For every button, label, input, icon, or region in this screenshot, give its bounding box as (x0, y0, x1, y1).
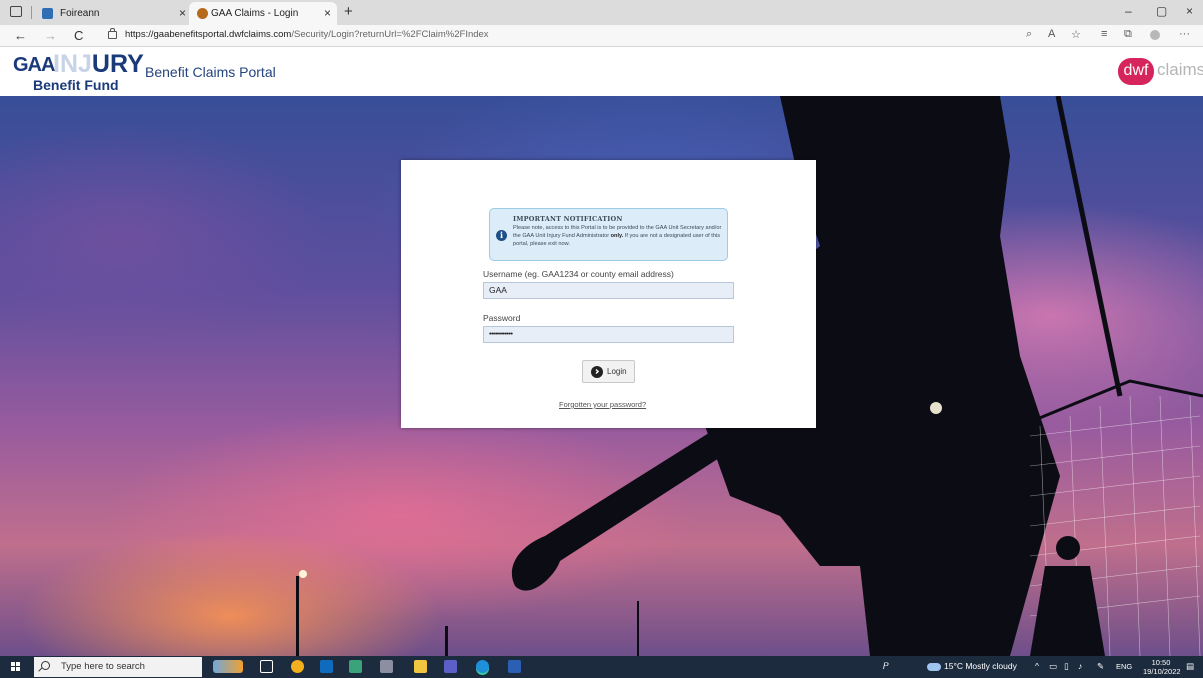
tab-close-icon[interactable]: × (179, 2, 186, 25)
windows-taskbar: Type here to search 𝑃 15°C Mostly cloudy… (0, 656, 1203, 678)
url-text: https://gaabenefitsportal.dwfclaims.com/… (125, 29, 489, 40)
url-field[interactable]: https://gaabenefitsportal.dwfclaims.com/… (96, 27, 1006, 44)
login-arrow-icon (591, 366, 603, 378)
favorites-icon[interactable]: ≡ (1101, 28, 1107, 40)
dwf-logo: dwf (1118, 58, 1154, 85)
search-icon (41, 661, 50, 670)
logo-injury-text: INJURY (53, 50, 144, 78)
pen-icon[interactable]: 𝑃 (883, 661, 889, 672)
tab-label: GAA Claims - Login (211, 8, 299, 19)
login-panel: i IMPORTANT NOTIFICATION Please note, ac… (401, 160, 816, 428)
notice-title: IMPORTANT NOTIFICATION (513, 215, 623, 223)
chrome-icon[interactable] (291, 660, 304, 673)
important-notification: i IMPORTANT NOTIFICATION Please note, ac… (489, 208, 728, 261)
taskbar-search-box[interactable]: Type here to search (34, 657, 202, 677)
url-path: /Security/Login?returnUrl=%2FClaim%2FInd… (291, 29, 489, 40)
zoom-icon[interactable]: ⌕ (1026, 28, 1032, 41)
logo-gaa-text: GAA (13, 54, 55, 76)
lock-icon[interactable] (108, 28, 117, 39)
word-icon[interactable] (508, 660, 521, 673)
foireann-favicon-icon (42, 8, 53, 19)
collections-icon[interactable]: ⧉ (1124, 28, 1132, 41)
forgot-password-link[interactable]: Forgotten your password? (559, 400, 646, 409)
snipping-tool-icon[interactable] (380, 660, 393, 673)
notifications-icon[interactable]: ▤ (1186, 661, 1194, 672)
clock-date: 19/10/2022 (1143, 667, 1181, 676)
file-explorer-icon[interactable] (414, 660, 427, 673)
tab-foireann[interactable]: Foireann × (38, 2, 192, 25)
logo-fund-text: Benefit Fund (33, 77, 119, 93)
profile-icon[interactable] (1150, 30, 1160, 40)
clock-time: 10:50 (1151, 658, 1171, 667)
gaa-favicon-icon (197, 8, 208, 19)
login-button[interactable]: Login (582, 360, 635, 383)
volume-icon[interactable]: ♪ (1078, 661, 1082, 671)
tab-close-icon[interactable]: × (324, 2, 331, 25)
refresh-button[interactable]: C (74, 28, 83, 43)
search-placeholder: Type here to search (61, 661, 145, 672)
password-input[interactable]: •••••••••••• (483, 326, 734, 343)
system-clock[interactable]: 10:50 19/10/2022 (1143, 658, 1181, 676)
password-label: Password (483, 313, 521, 323)
restore-button[interactable]: ▢ (1156, 4, 1167, 18)
weather-widget-icon[interactable] (213, 660, 243, 673)
new-tab-button[interactable]: + (344, 2, 353, 22)
teams-icon[interactable] (444, 660, 457, 673)
app-icon[interactable] (349, 660, 362, 673)
info-icon: i (496, 230, 507, 241)
tab-gaa-claims-login[interactable]: GAA Claims - Login × (189, 2, 337, 25)
windows-start-icon[interactable] (11, 662, 21, 672)
dwf-claims-text: claims (1157, 60, 1203, 79)
minimize-button[interactable]: – (1125, 4, 1132, 18)
username-input[interactable]: GAA (483, 282, 734, 299)
notice-body: Please note, access to this Portal is to… (513, 225, 722, 247)
username-label: Username (eg. GAA1234 or county email ad… (483, 269, 674, 279)
network-icon[interactable]: ▭ (1049, 661, 1057, 672)
tab-actions-icon[interactable] (10, 6, 22, 17)
chevron-up-icon[interactable]: ^ (1035, 661, 1039, 671)
battery-icon[interactable]: ▯ (1064, 661, 1069, 672)
address-bar-row: ← → C https://gaabenefitsportal.dwfclaim… (0, 25, 1203, 47)
language-indicator[interactable]: ENG (1116, 662, 1132, 671)
forward-button[interactable]: → (44, 28, 57, 43)
browser-tab-strip: Foireann × GAA Claims - Login × + – ▢ × (0, 0, 1203, 25)
favorite-add-icon[interactable]: ☆ (1071, 28, 1081, 41)
close-window-button[interactable]: × (1186, 4, 1193, 18)
cloud-icon (927, 663, 941, 671)
login-button-label: Login (607, 367, 627, 376)
tab-label: Foireann (60, 8, 100, 19)
more-icon[interactable]: ··· (1179, 28, 1190, 40)
edge-icon[interactable] (476, 660, 489, 673)
outlook-icon[interactable] (320, 660, 333, 673)
back-button[interactable]: ← (14, 28, 27, 43)
portal-title: Benefit Claims Portal (145, 64, 276, 80)
divider (31, 6, 32, 19)
site-header: GAA INJURY Benefit Fund Benefit Claims P… (0, 47, 1203, 96)
pen-workspace-icon[interactable]: ✎ (1097, 661, 1104, 672)
url-host: https://gaabenefitsportal.dwfclaims.com (125, 29, 292, 40)
read-aloud-icon[interactable]: A (1048, 28, 1055, 40)
weather-text[interactable]: 15°C Mostly cloudy (944, 661, 1017, 671)
task-view-icon[interactable] (260, 660, 273, 673)
